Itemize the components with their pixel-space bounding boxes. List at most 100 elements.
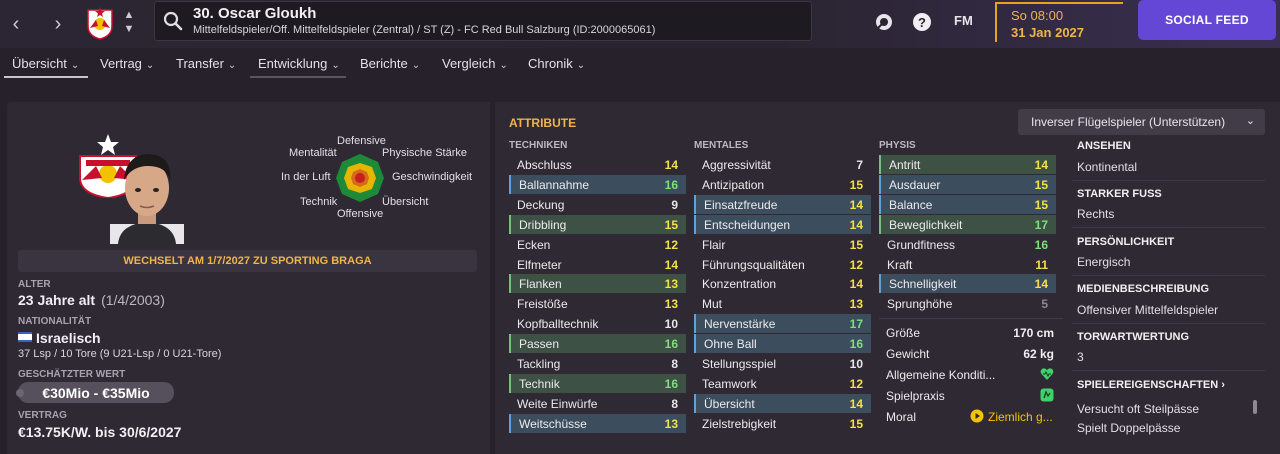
nationality-label: NATIONALITÄT (18, 316, 92, 327)
morale-value[interactable]: Ziemlich g... (988, 410, 1053, 424)
attribute-row[interactable]: Schnelligkeit 14 (879, 274, 1056, 294)
tab-bar: Übersicht ⌄ Vertrag ⌄ Transfer ⌄ Entwicklun… (0, 48, 1280, 80)
attribute-row[interactable]: Elfmeter 14 (509, 255, 686, 274)
tab-chronik[interactable]: Chronik ⌄ (528, 56, 585, 71)
attribute-row[interactable]: Freistöße 13 (509, 294, 686, 313)
attribute-row[interactable]: Weitschüsse 13 (509, 413, 686, 433)
attribute-value: 16 (664, 376, 678, 391)
attribute-row[interactable]: Deckung 9 (509, 195, 686, 214)
attribute-row[interactable]: Konzentration 14 (694, 274, 871, 293)
weight-value: 62 kg (1023, 347, 1054, 361)
attribute-row[interactable]: Mut 13 (694, 294, 871, 313)
attribute-value: 14 (849, 217, 863, 232)
attribute-row[interactable]: Tackling 8 (509, 354, 686, 373)
attribute-name: Passen (519, 337, 560, 352)
attribute-row[interactable]: Flair 15 (694, 235, 871, 254)
attribute-name: Einsatzfreude (704, 197, 778, 212)
traits-scrollbar[interactable] (1253, 400, 1257, 414)
attribute-row[interactable]: Kraft 11 (879, 255, 1056, 274)
attribute-row[interactable]: Ecken 12 (509, 235, 686, 254)
radar-label-mental: Mentalität (289, 147, 337, 159)
attribute-name: Ecken (517, 237, 551, 252)
scout-icon[interactable] (872, 10, 896, 34)
attribute-value: 13 (664, 416, 678, 431)
tag-icon (16, 389, 24, 397)
attribute-value: 10 (664, 317, 678, 332)
attribute-name: Antizipation (702, 177, 765, 192)
back-arrow-icon[interactable]: ‹ (2, 10, 30, 38)
tab-vergleich[interactable]: Vergleich ⌄ (442, 56, 508, 71)
attribute-value: 5 (1041, 297, 1048, 312)
club-crest-icon[interactable] (84, 6, 116, 40)
attribute-row[interactable]: Ballannahme 16 (509, 174, 686, 194)
tab-vertrag[interactable]: Vertrag ⌄ (100, 56, 154, 71)
attribute-row[interactable]: Beweglichkeit 17 (879, 214, 1056, 234)
divider (879, 318, 1063, 319)
israel-flag-icon (18, 332, 32, 342)
social-feed-button[interactable]: SOCIAL FEED (1138, 0, 1276, 40)
attribute-row[interactable]: Teamwork 12 (694, 374, 871, 393)
divider (1072, 275, 1265, 276)
height-value: 170 cm (1013, 326, 1054, 340)
attribute-value: 16 (664, 337, 678, 352)
attribute-row[interactable]: Stellungsspiel 10 (694, 354, 871, 373)
search-icon[interactable] (163, 11, 183, 31)
forward-arrow-icon[interactable]: › (44, 10, 72, 38)
chevron-right-icon: › (1221, 379, 1225, 391)
help-icon[interactable]: ? (910, 10, 934, 34)
attribute-row[interactable]: Weite Einwürfe 8 (509, 394, 686, 413)
attribute-row[interactable]: Zielstrebigkeit 15 (694, 414, 871, 433)
chevron-down-icon: ⌄ (576, 60, 586, 71)
attribute-row[interactable]: Technik 16 (509, 373, 686, 393)
attribute-row[interactable]: Übersicht 14 (694, 393, 871, 413)
attribute-row[interactable]: Ausdauer 15 (879, 174, 1056, 194)
attribute-value: 15 (1034, 197, 1048, 212)
transfer-banner[interactable]: WECHSELT AM 1/7/2027 ZU SPORTING BRAGA (18, 250, 477, 272)
attribute-name: Weite Einwürfe (517, 396, 598, 411)
attribute-row[interactable]: Nervenstärke 17 (694, 314, 871, 334)
role-dropdown[interactable]: Inverser Flügelspieler (Unterstützen) ⌄ (1018, 109, 1265, 135)
fm-menu[interactable]: FM (954, 13, 973, 28)
attribute-name: Deckung (517, 197, 565, 212)
chevron-down-icon: ⌄ (499, 60, 508, 71)
player-traits-header[interactable]: SPIELEREIGENSCHAFTEN › (1077, 379, 1225, 391)
estimated-value-pill[interactable]: €30Mio - €35Mio (16, 382, 174, 403)
attribute-row[interactable]: Dribbling 15 (509, 214, 686, 234)
player-subtitle: Mittelfeldspieler/Off. Mittelfeldspieler… (193, 24, 656, 36)
radar-label-technique: Technik (300, 196, 338, 208)
nationality-value[interactable]: Israelisch (18, 330, 101, 346)
preferred-foot-value: Rechts (1077, 207, 1115, 221)
attribute-value: 15 (664, 217, 678, 232)
player-header-box[interactable]: 30. Oscar Gloukh Mittelfeldspieler/Off. … (154, 1, 812, 41)
tab-entwicklung[interactable]: Entwicklung ⌄ (258, 56, 340, 71)
attribute-name: Konzentration (702, 277, 777, 292)
date-display[interactable]: So 08:00 31 Jan 2027 (995, 2, 1123, 42)
attribute-row[interactable]: Flanken 13 (509, 274, 686, 294)
contract-value[interactable]: €13.75K/W. bis 30/6/2027 (18, 424, 181, 440)
tab-uebersicht[interactable]: Übersicht ⌄ (12, 56, 79, 71)
attribute-row[interactable]: Balance 15 (879, 194, 1056, 214)
date-of-birth: (1/4/2003) (101, 292, 165, 308)
attribute-row[interactable]: Ohne Ball 16 (694, 334, 871, 354)
attribute-value: 13 (849, 297, 863, 312)
morale-label: Moral (886, 410, 917, 424)
attribute-row[interactable]: Einsatzfreude 14 (694, 194, 871, 214)
attribute-row[interactable]: Antizipation 15 (694, 175, 871, 194)
attribute-row[interactable]: Entscheidungen 14 (694, 214, 871, 234)
attribute-row[interactable]: Passen 16 (509, 334, 686, 354)
attribute-row[interactable]: Grundfitness 16 (879, 235, 1056, 254)
tab-berichte[interactable]: Berichte ⌄ (360, 56, 420, 71)
attribute-row[interactable]: Aggressivität 7 (694, 155, 871, 174)
attribute-row[interactable]: Antritt 14 (879, 155, 1056, 174)
player-switch-arrows-icon[interactable]: ▲ ▼ (122, 8, 136, 40)
attributes-title: ATTRIBUTE (509, 116, 577, 130)
attribute-row[interactable]: Führungsqualitäten 12 (694, 255, 871, 274)
attribute-name: Entscheidungen (704, 217, 791, 232)
attribute-name: Nervenstärke (704, 317, 776, 332)
attribute-row[interactable]: Abschluss 14 (509, 155, 686, 174)
attribute-row[interactable]: Sprunghöhe 5 (879, 294, 1056, 313)
attribute-radar: Defensive Mentalität Physische Stärke In… (278, 132, 478, 224)
tab-transfer[interactable]: Transfer ⌄ (176, 56, 236, 71)
attribute-value: 13 (664, 277, 678, 292)
attribute-row[interactable]: Kopfballtechnik 10 (509, 314, 686, 333)
